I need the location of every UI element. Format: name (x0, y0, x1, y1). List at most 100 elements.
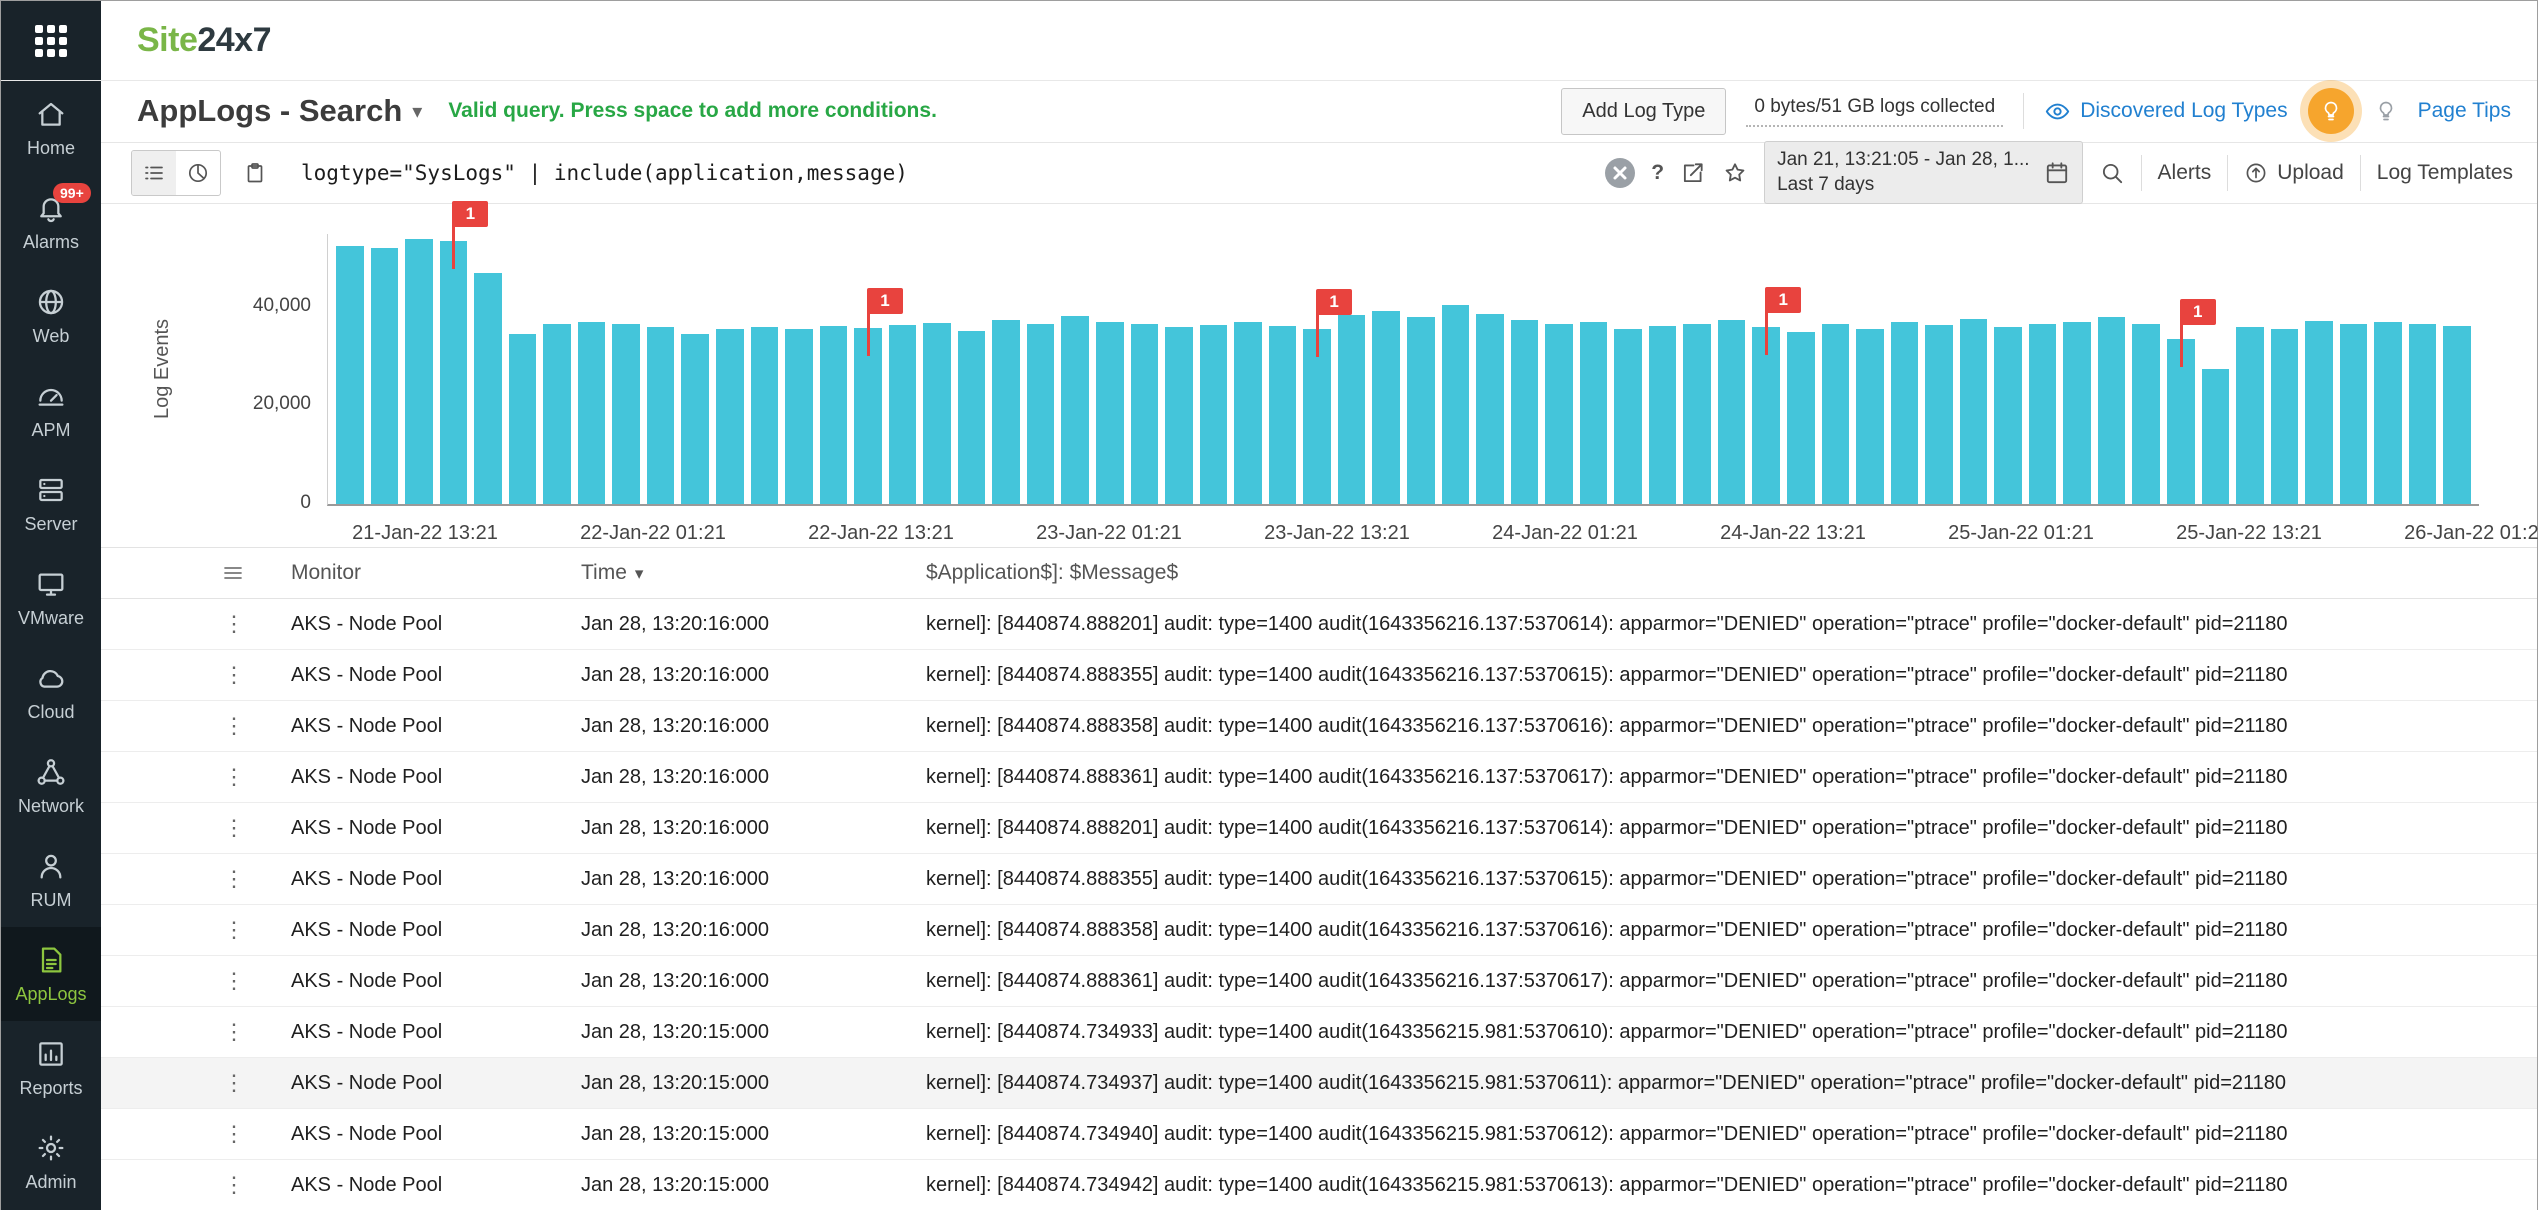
chart-bar[interactable] (1545, 323, 1573, 504)
chart-bar[interactable] (1441, 304, 1470, 504)
chart-bar[interactable] (474, 272, 502, 504)
chart-bar[interactable] (1994, 326, 2022, 504)
sidebar-item-network[interactable]: Network (1, 739, 101, 833)
chart-bar[interactable] (1683, 323, 1711, 504)
page-tips-coachmark[interactable] (2307, 88, 2354, 135)
table-row[interactable]: AKS - Node Pool Jan 28, 13:20:16:000 kerne… (101, 650, 2537, 701)
kebab-menu-icon[interactable] (223, 713, 245, 738)
table-row[interactable]: AKS - Node Pool Jan 28, 13:20:16:000 kerne… (101, 905, 2537, 956)
chart-bar[interactable] (1614, 328, 1642, 504)
column-monitor[interactable]: Monitor (291, 561, 581, 585)
usage-meter[interactable]: 0 bytes/51 GB logs collected (1746, 96, 2004, 127)
chevron-down-icon[interactable] (412, 99, 422, 124)
chart-bar[interactable] (2063, 321, 2091, 504)
chart-bar[interactable] (1268, 325, 1297, 504)
chart-bar[interactable] (577, 321, 606, 504)
alert-flag-marker[interactable]: 1 (452, 200, 489, 227)
sidebar-item-server[interactable]: Server (1, 457, 101, 551)
help-icon[interactable]: ? (1651, 161, 1664, 185)
date-range-picker[interactable]: Jan 21, 13:21:05 - Jan 28, 1... Last 7 d… (1764, 140, 2083, 205)
sidebar-item-rum[interactable]: RUM (1, 833, 101, 927)
kebab-menu-icon[interactable] (223, 815, 245, 840)
chart-bar[interactable] (923, 322, 951, 504)
sidebar-item-alarms[interactable]: 99+ Alarms (1, 175, 101, 269)
chart-bar[interactable] (1821, 323, 1850, 504)
kebab-menu-icon[interactable] (223, 1121, 245, 1146)
chart-bar[interactable] (1579, 321, 1608, 504)
chart-bar[interactable] (1372, 311, 1400, 504)
chart-bar[interactable] (2339, 323, 2368, 504)
chart-bar[interactable] (1026, 323, 1055, 504)
chart-bar[interactable] (2374, 321, 2402, 504)
chart-bar[interactable] (785, 329, 813, 504)
chart-bar[interactable] (1510, 320, 1539, 504)
table-row[interactable]: AKS - Node Pool Jan 28, 13:20:16:000 kerne… (101, 956, 2537, 1007)
chart-bar[interactable] (2028, 323, 2057, 504)
sidebar-item-apm[interactable]: APM (1, 363, 101, 457)
chart-bar[interactable] (1096, 321, 1124, 504)
chart-bar[interactable] (336, 245, 364, 504)
chart-bar[interactable] (1476, 314, 1504, 504)
upload-button[interactable]: Upload (2244, 161, 2344, 185)
column-message[interactable]: $Application$]: $Message$ (926, 561, 2537, 585)
table-row[interactable]: AKS - Node Pool Jan 28, 13:20:16:000 kerne… (101, 599, 2537, 650)
chart-bar[interactable] (1717, 320, 1746, 504)
table-row[interactable]: AKS - Node Pool Jan 28, 13:20:16:000 kerne… (101, 803, 2537, 854)
table-row[interactable]: AKS - Node Pool Jan 28, 13:20:16:000 kerne… (101, 854, 2537, 905)
chart-bar[interactable] (992, 319, 1020, 504)
chart-bar[interactable] (716, 329, 744, 504)
chart-view-button[interactable] (176, 151, 220, 195)
chart-bar[interactable] (1856, 328, 1884, 504)
kebab-menu-icon[interactable] (223, 1172, 245, 1197)
table-row[interactable]: AKS - Node Pool Jan 28, 13:20:16:000 kerne… (101, 752, 2537, 803)
chart-bar[interactable] (2236, 326, 2264, 504)
alerts-button[interactable]: Alerts (2158, 161, 2212, 185)
chart-bar[interactable] (1406, 317, 1435, 504)
kebab-menu-icon[interactable] (223, 1070, 245, 1095)
column-time[interactable]: Time (581, 561, 926, 585)
chart-bar[interactable] (508, 334, 537, 504)
chart-bar[interactable] (1130, 324, 1159, 504)
page-tips-link[interactable]: Page Tips (2418, 99, 2511, 123)
table-row[interactable]: AKS - Node Pool Jan 28, 13:20:15:000 kerne… (101, 1007, 2537, 1058)
sidebar-item-vmware[interactable]: VMware (1, 551, 101, 645)
chart-bar[interactable] (1786, 331, 1815, 504)
chart-bar[interactable] (612, 324, 640, 504)
kebab-menu-icon[interactable] (223, 968, 245, 993)
log-templates-button[interactable]: Log Templates (2377, 161, 2513, 185)
chart-bar[interactable] (439, 240, 468, 504)
chart-bar[interactable] (2132, 323, 2160, 504)
star-icon[interactable] (1722, 160, 1748, 186)
chart-bar[interactable] (750, 326, 779, 504)
chart-bar[interactable] (646, 326, 675, 504)
add-log-type-button[interactable]: Add Log Type (1561, 87, 1727, 135)
chart-bar[interactable] (1648, 325, 1677, 504)
chart-bar[interactable] (1199, 324, 1228, 504)
sidebar-item-reports[interactable]: Reports (1, 1021, 101, 1115)
sidebar-item-web[interactable]: Web (1, 269, 101, 363)
chart-bar[interactable] (1234, 321, 1262, 504)
chart-bar[interactable] (819, 325, 848, 504)
sidebar-item-cloud[interactable]: Cloud (1, 645, 101, 739)
chart-bar[interactable] (1890, 321, 1919, 504)
chart-bar[interactable] (2408, 323, 2437, 504)
table-row[interactable]: AKS - Node Pool Jan 28, 13:20:15:000 kerne… (101, 1058, 2537, 1109)
copy-query-button[interactable] (235, 151, 275, 195)
app-grid-button[interactable] (1, 1, 101, 80)
chart-bar[interactable] (405, 238, 433, 504)
kebab-menu-icon[interactable] (223, 611, 245, 636)
kebab-menu-icon[interactable] (223, 866, 245, 891)
chart-bar[interactable] (1337, 314, 1366, 504)
chart-bar[interactable] (2443, 325, 2471, 504)
chart-bar[interactable] (1061, 316, 1090, 504)
sidebar-item-home[interactable]: Home (1, 81, 101, 175)
chart-bar[interactable] (543, 324, 571, 504)
chart-bar[interactable] (1959, 319, 1988, 504)
chart-bar[interactable] (2097, 317, 2126, 504)
chart-bar[interactable] (2201, 368, 2230, 504)
chart-bar[interactable] (370, 248, 399, 504)
chart-bar[interactable] (957, 330, 986, 504)
table-row[interactable]: AKS - Node Pool Jan 28, 13:20:16:000 kerne… (101, 701, 2537, 752)
clear-query-icon[interactable] (1605, 157, 1636, 188)
chart-bar[interactable] (888, 324, 917, 504)
